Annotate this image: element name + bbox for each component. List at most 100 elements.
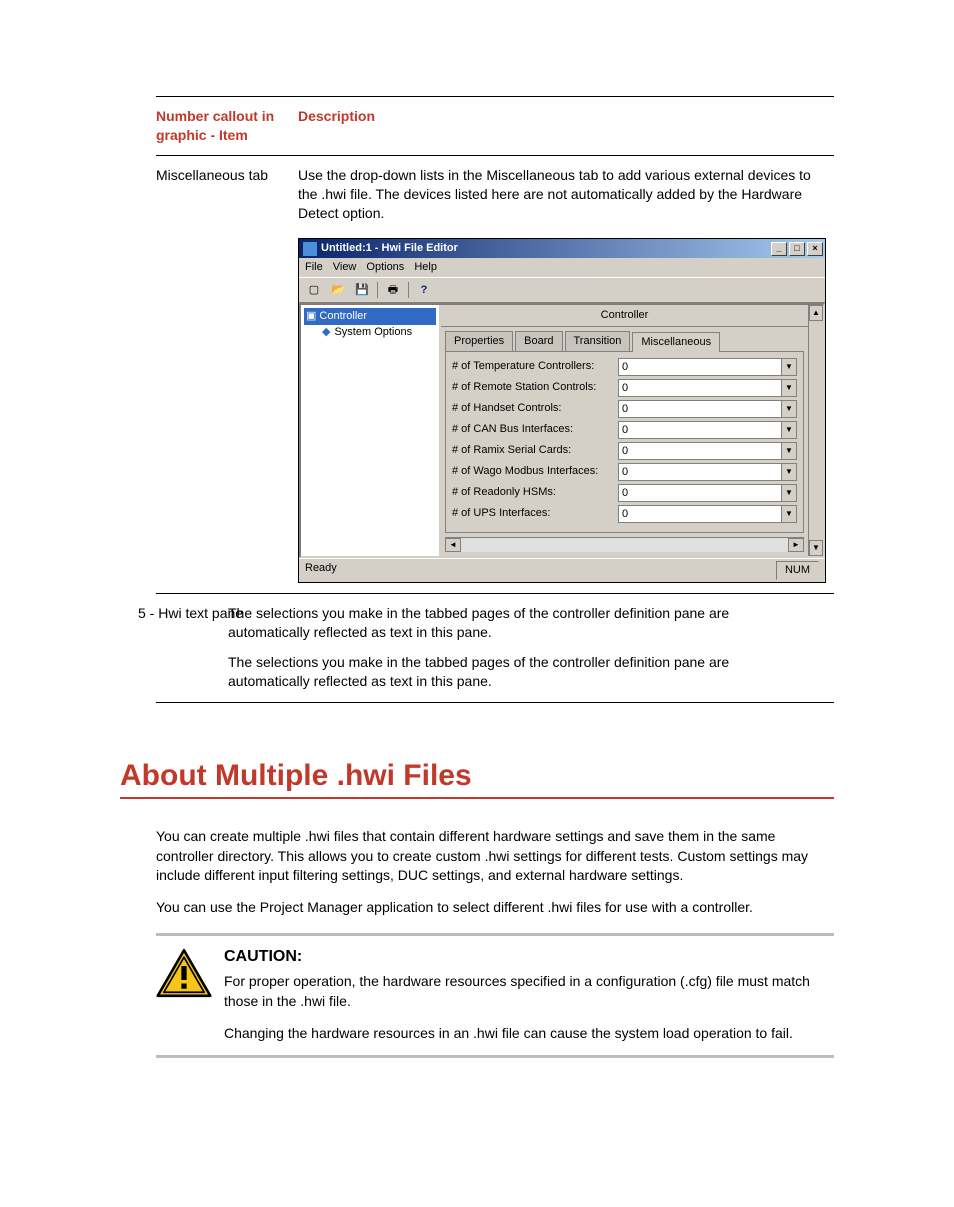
field-label: # of Remote Station Controls: <box>452 380 612 395</box>
window-title: Untitled:1 - Hwi File Editor <box>321 241 458 256</box>
combo-wago[interactable]: 0 ▼ <box>618 463 797 481</box>
tab-board[interactable]: Board <box>515 331 562 351</box>
combo-value: 0 <box>619 359 781 375</box>
row-misc-desc: Use the drop-down lists in the Miscellan… <box>298 166 826 223</box>
section-heading: About Multiple .hwi Files <box>120 759 834 793</box>
tree-root-label: Controller <box>319 309 367 324</box>
field-row: # of Ramix Serial Cards: 0 ▼ <box>452 442 797 460</box>
close-button[interactable]: × <box>807 242 823 256</box>
print-icon[interactable]: 🖶 <box>382 280 404 300</box>
combo-ups[interactable]: 0 ▼ <box>618 505 797 523</box>
field-row: # of Wago Modbus Interfaces: 0 ▼ <box>452 463 797 481</box>
tree-pane[interactable]: ▣ Controller ◆ System Options <box>301 305 441 556</box>
tab-miscellaneous[interactable]: Miscellaneous <box>632 332 720 352</box>
row-hwi-desc2: The selections you make in the tabbed pa… <box>228 653 756 692</box>
combo-value: 0 <box>619 443 781 459</box>
tree-leaf-icon: ◆ <box>322 325 330 340</box>
field-row: # of Handset Controls: 0 ▼ <box>452 400 797 418</box>
pane-header: Controller <box>441 305 808 327</box>
tab-body: # of Temperature Controllers: 0 ▼ # of R… <box>445 351 804 533</box>
th-desc: Description <box>298 97 834 155</box>
titlebar[interactable]: Untitled:1 - Hwi File Editor _ □ × <box>299 239 825 258</box>
chevron-down-icon[interactable]: ▼ <box>781 401 796 417</box>
field-label: # of Readonly HSMs: <box>452 485 612 500</box>
scroll-track[interactable] <box>461 538 788 552</box>
combo-remote-station[interactable]: 0 ▼ <box>618 379 797 397</box>
field-row: # of Temperature Controllers: 0 ▼ <box>452 358 797 376</box>
row-misc-item: Miscellaneous tab <box>156 155 298 593</box>
field-row: # of Remote Station Controls: 0 ▼ <box>452 379 797 397</box>
horizontal-scrollbar[interactable]: ◄ ► <box>445 537 804 552</box>
caution-paragraph-2: Changing the hardware resources in an .h… <box>224 1024 834 1044</box>
minimize-button[interactable]: _ <box>771 242 787 256</box>
combo-ramix[interactable]: 0 ▼ <box>618 442 797 460</box>
menu-options[interactable]: Options <box>366 260 404 275</box>
section-rule <box>120 797 834 799</box>
caution-title: CAUTION: <box>224 948 834 966</box>
row-hwi-desc1: The selections you make in the tabbed pa… <box>228 604 756 643</box>
app-icon <box>303 242 317 256</box>
field-row: # of Readonly HSMs: 0 ▼ <box>452 484 797 502</box>
tab-transition[interactable]: Transition <box>565 331 631 351</box>
tree-child-system-options[interactable]: ◆ System Options <box>304 325 436 340</box>
combo-value: 0 <box>619 464 781 480</box>
combo-value: 0 <box>619 422 781 438</box>
caution-icon <box>156 948 212 998</box>
scroll-left-icon[interactable]: ◄ <box>445 538 461 552</box>
client-area: ▣ Controller ◆ System Options Controller <box>299 303 825 558</box>
help-icon[interactable]: ? <box>413 280 435 300</box>
field-row: # of CAN Bus Interfaces: 0 ▼ <box>452 421 797 439</box>
combo-value: 0 <box>619 506 781 522</box>
menu-view[interactable]: View <box>333 260 357 275</box>
tree-child-label: System Options <box>334 325 412 340</box>
scroll-down-icon[interactable]: ▼ <box>809 540 823 556</box>
save-icon[interactable]: 💾 <box>351 280 373 300</box>
combo-value: 0 <box>619 380 781 396</box>
field-row: # of UPS Interfaces: 0 ▼ <box>452 505 797 523</box>
toolbar-separator-2 <box>408 282 409 298</box>
status-num: NUM <box>776 561 819 580</box>
th-item: Number callout in graphic - Item <box>156 97 298 155</box>
tabs: Properties Board Transition Miscellaneou… <box>441 327 808 351</box>
combo-handset[interactable]: 0 ▼ <box>618 400 797 418</box>
vertical-scrollbar[interactable]: ▲ ▼ <box>808 305 823 556</box>
combo-can-bus[interactable]: 0 ▼ <box>618 421 797 439</box>
chevron-down-icon[interactable]: ▼ <box>781 506 796 522</box>
menu-help[interactable]: Help <box>414 260 437 275</box>
chevron-down-icon[interactable]: ▼ <box>781 485 796 501</box>
caution-box: CAUTION: For proper operation, the hardw… <box>156 933 834 1058</box>
combo-value: 0 <box>619 485 781 501</box>
maximize-button[interactable]: □ <box>789 242 805 256</box>
menu-file[interactable]: File <box>305 260 323 275</box>
status-ready: Ready <box>305 561 337 580</box>
scroll-up-icon[interactable]: ▲ <box>809 305 823 321</box>
field-label: # of Handset Controls: <box>452 401 612 416</box>
chevron-down-icon[interactable]: ▼ <box>781 359 796 375</box>
caution-body: CAUTION: For proper operation, the hardw… <box>224 948 834 1043</box>
chevron-down-icon[interactable]: ▼ <box>781 443 796 459</box>
combo-temp-controllers[interactable]: 0 ▼ <box>618 358 797 376</box>
field-label: # of Ramix Serial Cards: <box>452 443 612 458</box>
field-label: # of CAN Bus Interfaces: <box>452 422 612 437</box>
statusbar: Ready NUM <box>299 558 825 582</box>
menubar: File View Options Help <box>299 258 825 277</box>
hwi-editor-window: Untitled:1 - Hwi File Editor _ □ × File … <box>298 238 826 582</box>
scroll-right-icon[interactable]: ► <box>788 538 804 552</box>
combo-readonly-hsm[interactable]: 0 ▼ <box>618 484 797 502</box>
toolbar: ▢ 📂 💾 🖶 ? <box>299 277 825 303</box>
combo-value: 0 <box>619 401 781 417</box>
caution-paragraph-1: For proper operation, the hardware resou… <box>224 972 834 1011</box>
new-icon[interactable]: ▢ <box>303 280 325 300</box>
chevron-down-icon[interactable]: ▼ <box>781 422 796 438</box>
field-label: # of Temperature Controllers: <box>452 359 612 374</box>
tree-root-controller[interactable]: ▣ Controller <box>304 308 436 325</box>
section-paragraph-2: You can use the Project Manager applicat… <box>156 898 834 918</box>
tab-properties[interactable]: Properties <box>445 331 513 351</box>
chevron-down-icon[interactable]: ▼ <box>781 464 796 480</box>
callout-table: Number callout in graphic - Item Descrip… <box>156 97 834 703</box>
definition-pane: Controller Properties Board Transition M… <box>441 305 808 556</box>
section-paragraph-1: You can create multiple .hwi files that … <box>156 827 834 886</box>
chevron-down-icon[interactable]: ▼ <box>781 380 796 396</box>
field-label: # of UPS Interfaces: <box>452 506 612 521</box>
open-icon[interactable]: 📂 <box>327 280 349 300</box>
